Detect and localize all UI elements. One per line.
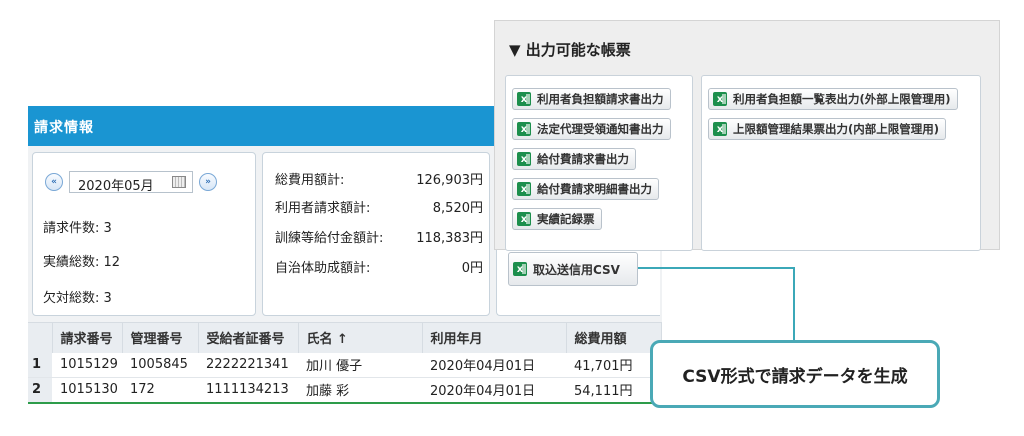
month-value: 2020年05月 [78,179,154,194]
button-label: 給付費請求書出力 [537,152,629,166]
user-billing-value: 8,520円 [432,201,483,216]
next-month-button[interactable]: » [199,173,217,191]
cell: 1111134213 [198,377,298,404]
row-index: 1 [28,352,52,378]
cell: 2020年04月01日 [422,377,566,404]
section-title: 請求情報 [34,120,94,136]
benefit-statement-button[interactable]: x 給付費請求明細書出力 [512,178,659,200]
municipal-subsidy-label: 自治体助成額計: [275,261,371,276]
button-label: 利用者負担額請求書出力 [537,92,664,106]
benefit-invoice-button[interactable]: x 給付費請求書出力 [512,148,636,170]
cell: 172 [122,377,198,404]
button-label: 法定代理受領通知書出力 [537,122,664,136]
column-header[interactable]: 総費用額 [566,322,662,353]
cap-result-button[interactable]: x 上限額管理結果票出力(内部上限管理用) [708,118,947,140]
totals-panel: 総費用額計: 126,903円 利用者請求額計: 8,520円 訓練等給付金額計… [262,152,490,316]
training-benefit-value: 118,383円 [416,231,483,246]
excel-icon: x [513,262,527,276]
row-index: 2 [28,377,52,404]
table-header-row: 請求番号 管理番号 受給者証番号 氏名 ↑ 利用年月 総費用額 [28,322,662,353]
callout-connector [638,267,794,269]
total-cost-label: 総費用額計: [275,173,345,188]
cell: 54,111円 [566,377,662,404]
button-label: 給付費請求明細書出力 [537,182,652,196]
cell: 加川 優子 [298,352,422,378]
callout-text: CSV形式で請求データを生成 [682,366,908,387]
callout-connector [793,267,795,341]
section-header: 請求情報 [28,106,498,146]
training-benefit-label: 訓練等給付金額計: [275,231,384,246]
cell: 2222221341 [198,352,298,378]
cell: 2020年04月01日 [422,352,566,378]
total-cost-value: 126,903円 [416,173,483,188]
excel-icon: x [517,182,531,196]
calendar-icon[interactable] [172,176,186,188]
row-index-header [28,322,53,353]
excel-icon: x [517,122,531,136]
proxy-receipt-notice-button[interactable]: x 法定代理受領通知書出力 [512,118,671,140]
column-header-sorted[interactable]: 氏名 ↑ [298,322,423,353]
chevron-double-right-icon: » [205,177,211,187]
report-group-left: x 利用者負担額請求書出力 x 法定代理受領通知書出力 x 給付費請求書出力 x… [505,75,693,251]
button-label: 取込送信用CSV [533,262,620,277]
excel-icon: x [713,92,727,106]
button-label: 上限額管理結果票出力(内部上限管理用) [733,122,940,136]
municipal-subsidy-value: 0円 [461,261,483,276]
billing-count: 請求件数: 3 [43,221,112,236]
cell: 1015130 [52,377,122,404]
report-popup: ▼ 出力可能な帳票 x 利用者負担額請求書出力 x 法定代理受領通知書出力 x … [494,20,1000,251]
excel-icon: x [517,152,531,166]
button-label: 利用者負担額一覧表出力(外部上限管理用) [733,92,951,106]
prev-month-button[interactable]: « [45,173,63,191]
table-row[interactable]: 1 1015129 1005845 2222221341 加川 優子 2020年… [28,352,662,378]
month-input[interactable]: 2020年05月 [69,171,193,194]
user-burden-invoice-button[interactable]: x 利用者負担額請求書出力 [512,88,671,110]
column-header[interactable]: 請求番号 [52,322,123,353]
callout-box: CSV形式で請求データを生成 [650,340,940,408]
period-panel: « 2020年05月 » 請求件数: 3 実績総数: 12 欠対総数: 3 [32,152,256,316]
service-record-button[interactable]: x 実績記録票 [512,208,602,230]
cell: 加藤 彩 [298,377,422,404]
billing-table: 請求番号 管理番号 受給者証番号 氏名 ↑ 利用年月 総費用額 1 101512… [28,322,662,404]
excel-icon: x [517,92,531,106]
record-total: 実績総数: 12 [43,255,121,270]
popup-title: ▼ 出力可能な帳票 [509,41,631,59]
column-header[interactable]: 管理番号 [122,322,199,353]
csv-export-button[interactable]: x 取込送信用CSV [508,252,638,286]
cell: 1005845 [122,352,198,378]
column-header[interactable]: 利用年月 [422,322,567,353]
excel-icon: x [713,122,727,136]
absence-total: 欠対総数: 3 [43,291,112,306]
cell: 1015129 [52,352,122,378]
chevron-double-left-icon: « [51,177,57,187]
column-header[interactable]: 受給者証番号 [198,322,299,353]
button-label: 実績記録票 [537,212,595,226]
user-billing-label: 利用者請求額計: [275,201,371,216]
table-row[interactable]: 2 1015130 172 1111134213 加藤 彩 2020年04月01… [28,377,662,404]
month-selector: « 2020年05月 » [45,169,217,195]
report-group-right: x 利用者負担額一覧表出力(外部上限管理用) x 上限額管理結果票出力(内部上限… [701,75,981,251]
burden-list-button[interactable]: x 利用者負担額一覧表出力(外部上限管理用) [708,88,958,110]
cell: 41,701円 [566,352,662,378]
excel-icon: x [517,212,531,226]
